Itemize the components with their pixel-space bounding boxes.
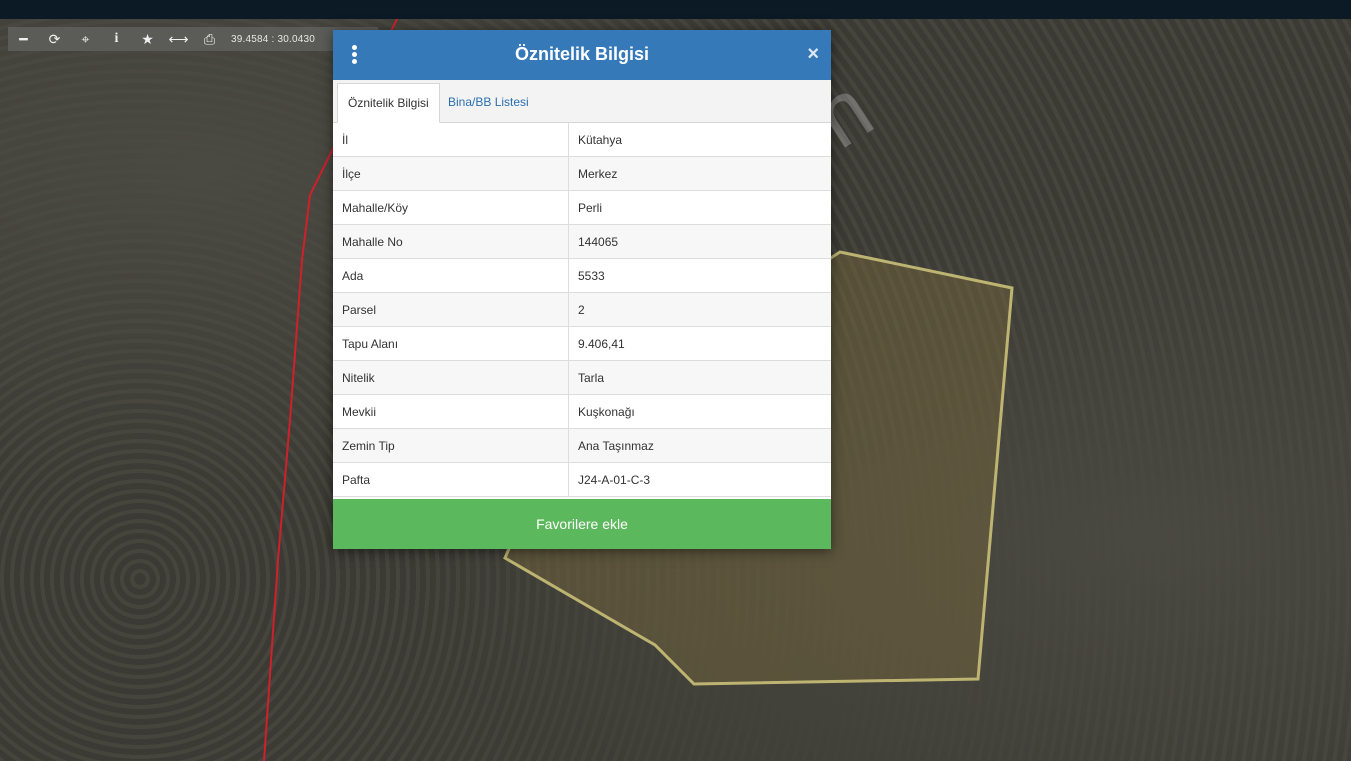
refresh-icon[interactable]: ⟳	[39, 27, 70, 51]
row-key: Pafta	[333, 462, 569, 497]
row-value: 144065	[568, 224, 831, 259]
row-value: Kuşkonağı	[568, 394, 831, 429]
row-value: Ana Taşınmaz	[568, 428, 831, 463]
table-row: Zemin Tip Ana Taşınmaz	[333, 428, 831, 463]
table-row: Parsel 2	[333, 292, 831, 327]
star-icon[interactable]: ★	[132, 27, 163, 51]
row-value: Perli	[568, 190, 831, 225]
tab-bar: Öznitelik Bilgisi Bina/BB Listesi	[333, 80, 831, 123]
row-key: Parsel	[333, 292, 569, 327]
row-value: Kütahya	[568, 123, 831, 157]
table-row: Ada 5533	[333, 258, 831, 293]
table-row: Pafta J24-A-01-C-3	[333, 462, 831, 497]
row-key: Mevkii	[333, 394, 569, 429]
measure-icon[interactable]: ⟷	[163, 27, 194, 51]
add-to-favorites-button[interactable]: Favorilere ekle	[333, 499, 831, 549]
row-value: 9.406,41	[568, 326, 831, 361]
row-value: 5533	[568, 258, 831, 293]
row-key: İl	[333, 123, 569, 157]
top-bar	[0, 0, 1351, 19]
map-toolbar: ━ ⟳ ⌖ i ★ ⟷ ⎙ 39.4584 : 30.0430	[8, 27, 378, 51]
zoom-out-icon[interactable]: ━	[8, 27, 39, 51]
table-row: İl Kütahya	[333, 123, 831, 157]
row-key: Mahalle/Köy	[333, 190, 569, 225]
tab-building-list[interactable]: Bina/BB Listesi	[438, 83, 539, 121]
table-row: Tapu Alanı 9.406,41	[333, 326, 831, 361]
table-row: İlçe Merkez	[333, 156, 831, 191]
row-value: J24-A-01-C-3	[568, 462, 831, 497]
dialog-title: Öznitelik Bilgisi	[514, 44, 650, 64]
row-key: İlçe	[333, 156, 569, 191]
row-key: Tapu Alanı	[333, 326, 569, 361]
table-row: Mevkii Kuşkonağı	[333, 394, 831, 429]
row-value: Tarla	[568, 360, 831, 395]
dialog-header: Öznitelik Bilgisi ×	[333, 30, 831, 80]
row-key: Nitelik	[333, 360, 569, 395]
row-value: 2	[568, 292, 831, 327]
table-row: Mahalle/Köy Perli	[333, 190, 831, 225]
print-icon[interactable]: ⎙	[194, 27, 225, 51]
coordinate-readout: 39.4584 : 30.0430	[231, 33, 316, 45]
attribute-info-dialog: Öznitelik Bilgisi × Öznitelik Bilgisi Bi…	[333, 30, 831, 549]
row-key: Zemin Tip	[333, 428, 569, 463]
row-value: Merkez	[568, 156, 831, 191]
tab-attribute-info[interactable]: Öznitelik Bilgisi	[337, 83, 440, 123]
crosshair-icon[interactable]: ⌖	[70, 27, 101, 51]
table-row: Mahalle No 144065	[333, 224, 831, 259]
info-icon[interactable]: i	[101, 27, 132, 51]
close-icon[interactable]: ×	[807, 43, 819, 66]
row-key: Mahalle No	[333, 224, 569, 259]
attribute-table: İl Kütahya İlçe Merkez Mahalle/Köy Perli Ma…	[333, 123, 831, 497]
row-key: Ada	[333, 258, 569, 293]
table-row: Nitelik Tarla	[333, 360, 831, 395]
